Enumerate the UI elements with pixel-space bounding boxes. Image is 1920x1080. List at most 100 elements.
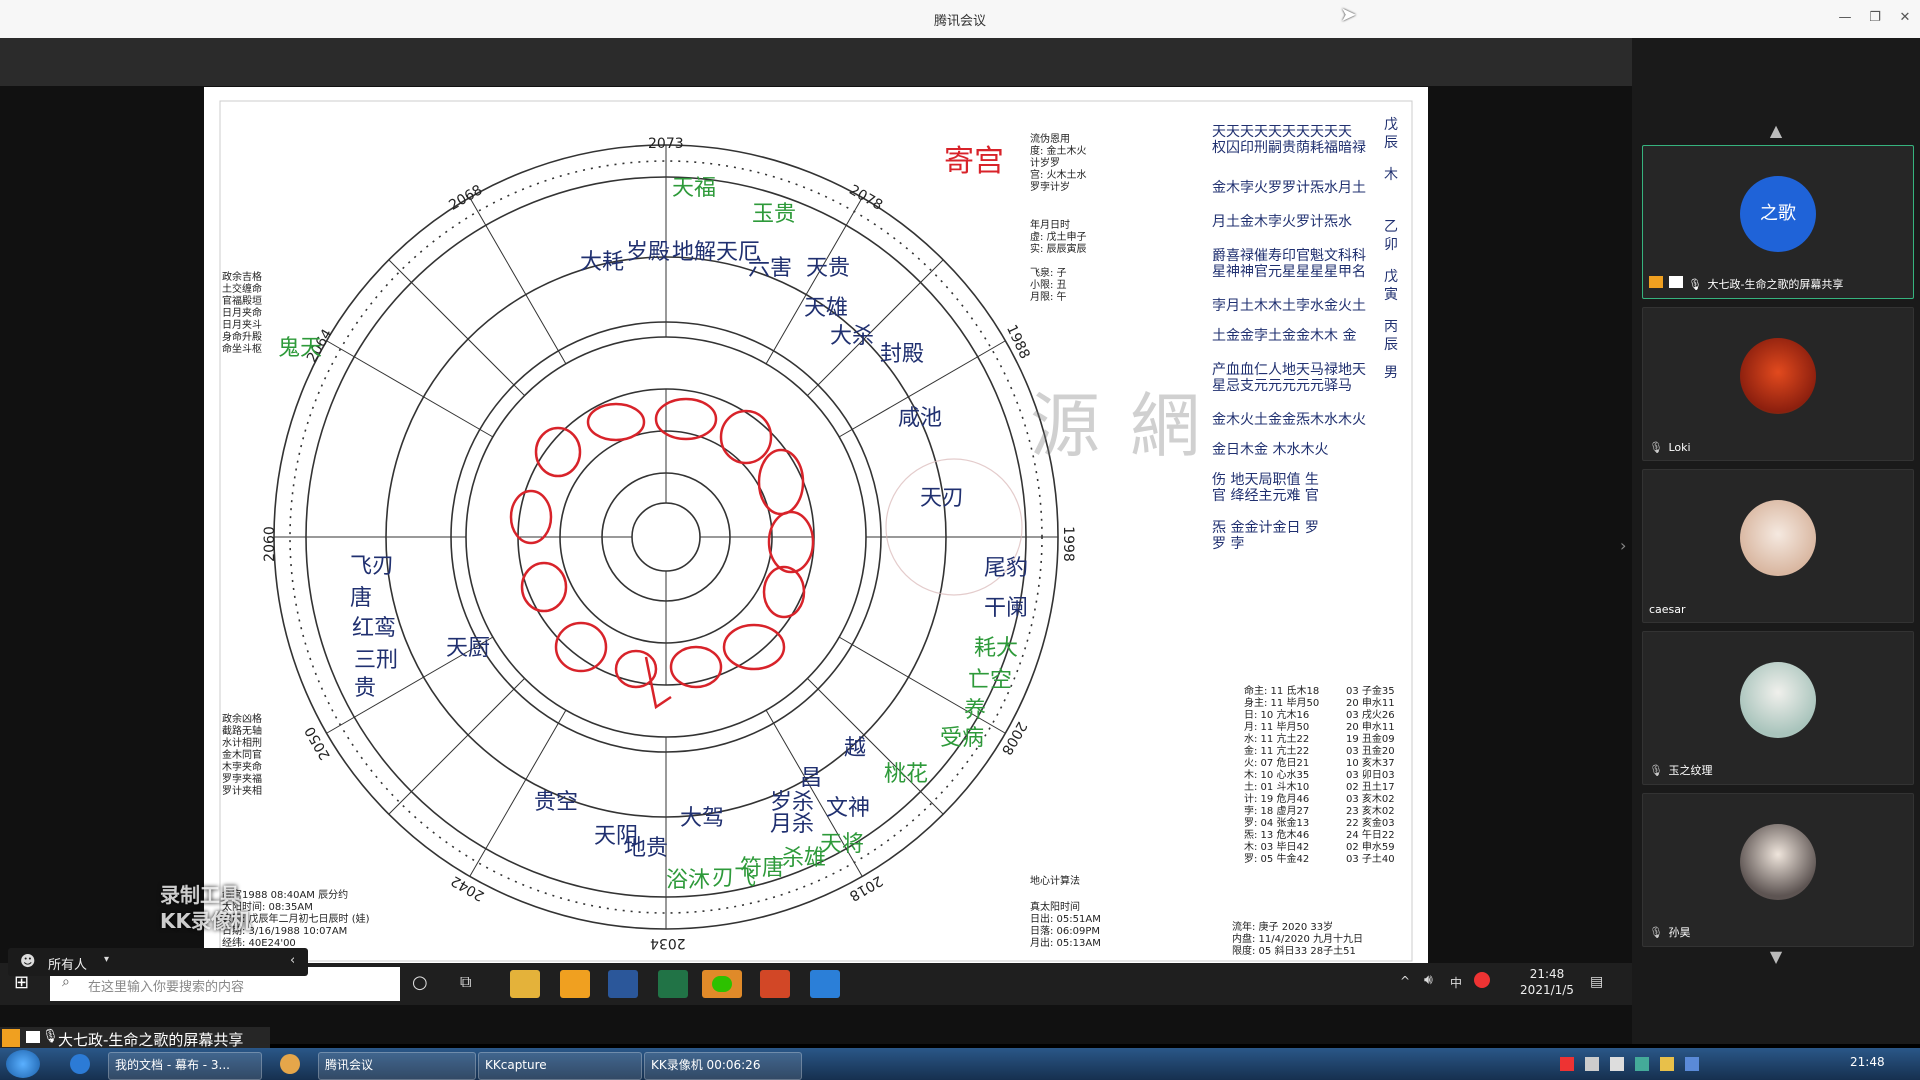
tray-chevron-icon[interactable]: ^ [1400, 974, 1410, 988]
ring-label: 大耗 [580, 250, 625, 275]
tray-icon[interactable] [1660, 1057, 1675, 1071]
participant-tile[interactable]: 🎙︎ 玉之纹理 [1642, 631, 1914, 785]
taskbar-button[interactable]: 我的文档 - 幕布 - 3... [108, 1052, 262, 1080]
collapse-chevron-icon[interactable]: ‹ [290, 953, 295, 968]
task-view-icon[interactable]: ⧉ [460, 972, 471, 992]
info-line: 内盘: 11/4/2020 九月十九日 [1232, 934, 1364, 945]
share-toolbar [0, 38, 1632, 86]
info-line: 流年: 庚子 2020 33岁 [1232, 922, 1334, 933]
participant-tile[interactable]: 🎙︎ 孙昊 [1642, 793, 1914, 947]
start-orb-icon[interactable] [6, 1050, 40, 1078]
meeting-app-icon[interactable] [810, 970, 840, 998]
planet-line: 02 申水59 [1346, 842, 1395, 853]
cortana-icon[interactable]: ○ [412, 972, 428, 993]
tray-icon[interactable] [1685, 1057, 1700, 1071]
wechat-icon[interactable] [702, 970, 742, 998]
planet-line: 03 亥木02 [1346, 794, 1395, 805]
chevron-down-icon[interactable]: ▾ [104, 954, 109, 965]
system-tray[interactable] [1560, 1056, 1790, 1074]
avatar [1740, 662, 1816, 738]
solar-time-info: 地心计算法 真太阳时间 日出: 05:51AM 日落: 06:09PM 月出: … [1030, 876, 1150, 950]
ring-label: 昌 [800, 766, 823, 791]
ime-indicator[interactable]: 中 [1450, 974, 1462, 991]
ring-label: 浴沐 [666, 868, 711, 893]
time-notes: 年月日时 虚: 戊土申子 实: 辰辰寅辰 飞泉: 子 小限: 丑 月限: 午 [1030, 220, 1110, 304]
year-label: 2034 [650, 935, 686, 951]
restore-button[interactable]: ❐ [1862, 8, 1888, 28]
participant-tile[interactable]: 之歌 🎙︎ 大七政-生命之歌的屏幕共享 [1642, 145, 1914, 299]
chart-title: 寄宫 [944, 144, 1004, 179]
notification-icon[interactable]: ▤ [1590, 974, 1603, 990]
planet-line: 木: 10 心水35 [1244, 770, 1310, 781]
network-icon[interactable] [1635, 1057, 1650, 1071]
taskbar-button[interactable]: 腾讯会议 [318, 1052, 476, 1080]
planet-line: 03 子土40 [1346, 854, 1395, 865]
info-line: 限度: 05 斜日33 28子土51 [1232, 946, 1356, 957]
table-line: 土金金孛土金金木木 金 [1212, 328, 1357, 344]
ring-label: 六害 [748, 256, 793, 281]
ring-label: 桃花 [884, 762, 929, 787]
participant-name-text: 孙昊 [1668, 926, 1691, 939]
planet-positions: 命主: 11 氐木18 身主: 11 毕月50 日: 10 亢木16 月: 11… [1244, 686, 1340, 866]
taskbar-button[interactable]: KKcapture [478, 1052, 642, 1080]
side-label: 男 [1384, 365, 1398, 381]
ring-label: 天福 [672, 176, 717, 201]
side-label: 丙辰 [1384, 319, 1398, 353]
ring-label: 飞刃 [350, 554, 395, 579]
volume-icon[interactable]: 🔊︎ [1424, 972, 1433, 988]
recorder-watermark: 录制工具 KK录像机 [160, 882, 290, 942]
degree-notes: 流伪恩用 度: 金土木火 计岁罗 宫: 火木土水 罗孛计岁 [1030, 134, 1110, 194]
planet-line: 03 戌火26 [1346, 710, 1395, 721]
note-line: 罗孛计岁 [1030, 182, 1070, 193]
minimize-button[interactable]: — [1832, 8, 1858, 28]
kugou-icon[interactable] [70, 1054, 90, 1074]
year-info: 流年: 庚子 2020 33岁 内盘: 11/4/2020 九月十九日 限度: … [1232, 922, 1412, 958]
powerpoint-icon[interactable] [760, 970, 790, 998]
file-explorer-icon[interactable] [510, 970, 540, 998]
scroll-down-icon[interactable]: ▼ [1766, 949, 1786, 965]
note-line: 流伪恩用 [1030, 134, 1070, 145]
microphone-muted-icon: 🎙︎ [1649, 764, 1663, 777]
note-line: 计岁罗 [1030, 158, 1060, 169]
side-label: 戊辰 [1384, 117, 1398, 151]
ring-label: 受病 [940, 726, 985, 751]
close-button[interactable]: ✕ [1892, 8, 1918, 28]
browser-icon[interactable] [280, 1054, 300, 1074]
ring-label: 地贵 [624, 836, 669, 861]
screen-share-icon [1668, 276, 1683, 288]
shared-clock[interactable]: 21:48 2021/1/5 [1512, 966, 1582, 1000]
host-icon [2, 1029, 20, 1047]
table-line: 罗 孛 [1212, 536, 1245, 552]
participant-name-text: caesar [1649, 603, 1686, 616]
screen-share-icon [26, 1031, 40, 1043]
participant-name: caesar [1649, 603, 1686, 616]
watermark-text: 源網 [1030, 385, 1230, 467]
chat-recipient-bar[interactable]: ☻ 所有人 ▾ ‹ [8, 948, 308, 976]
panel-toggle-icon[interactable]: › [1620, 536, 1626, 555]
participant-name-text: Loki [1668, 441, 1691, 454]
participant-name-text: 玉之纹理 [1668, 764, 1713, 777]
ring-label: 天刃 [920, 486, 965, 511]
system-clock[interactable]: 21:48 [1850, 1055, 1885, 1069]
ring-label: 咸池 [898, 406, 943, 431]
excel-icon[interactable] [658, 970, 688, 998]
participant-tile[interactable]: 🎙︎ Loki [1642, 307, 1914, 461]
word-icon[interactable] [608, 970, 638, 998]
app-icon[interactable] [560, 970, 590, 998]
side-label: 木 [1384, 167, 1398, 183]
info-line: 真太阳时间 [1030, 902, 1080, 913]
sogou-icon[interactable] [1474, 972, 1490, 988]
table-line: 金日木金 木水木火 [1212, 442, 1329, 458]
microphone-icon: 🎙︎ [42, 1029, 59, 1044]
sogou-icon[interactable] [1560, 1057, 1574, 1071]
participant-tile[interactable]: caesar [1642, 469, 1914, 623]
volume-icon[interactable] [1610, 1057, 1625, 1071]
ring-label: 符唐 [740, 856, 785, 881]
ring-label: 封殿 [880, 342, 925, 367]
tray-icon[interactable] [1585, 1057, 1600, 1071]
info-line: 月出: 05:13AM [1030, 938, 1101, 949]
scroll-up-icon[interactable]: ▲ [1766, 123, 1786, 139]
microphone-icon: 🎙︎ [1688, 278, 1702, 291]
side-label: 乙卯 [1384, 219, 1398, 253]
taskbar-button[interactable]: KK录像机 00:06:26 [644, 1052, 802, 1080]
